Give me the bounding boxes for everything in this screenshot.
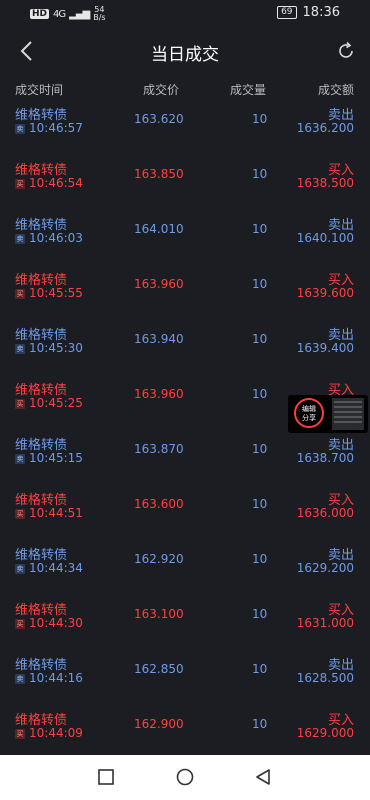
square-recents-icon[interactable] — [96, 767, 116, 787]
trade-price: 163.850 — [134, 167, 184, 181]
trade-price: 163.620 — [134, 112, 184, 126]
trade-volume: 10 — [252, 332, 268, 346]
col-amount: 成交额 — [317, 83, 354, 97]
trade-volume: 10 — [252, 717, 268, 731]
hd-badge: HD — [30, 9, 50, 19]
trade-volume: 10 — [252, 222, 268, 236]
signal-icon: ▂▄▆ — [69, 8, 90, 20]
signal-indicator: 4G — [53, 8, 66, 20]
trade-amount: 1639.600 — [296, 286, 354, 300]
trade-volume: 10 — [252, 167, 268, 181]
trade-time: 10:45:55 — [29, 286, 83, 300]
status-bar: HD 4G ▂▄▆ 54 B/s 69 18:36 — [0, 0, 370, 28]
triangle-back-icon[interactable] — [253, 767, 273, 787]
trade-time: 10:46:57 — [29, 121, 83, 135]
trade-amount: 1640.100 — [296, 231, 354, 245]
trade-price: 162.900 — [134, 717, 184, 731]
trade-time: 10:44:51 — [29, 506, 83, 520]
trade-row[interactable]: 维格转债买 10:46:54 163.850 10 买入 1638.500 — [0, 157, 370, 212]
trade-row[interactable]: 维格转债买 10:44:51 163.600 10 买入 1636.000 — [0, 487, 370, 542]
trade-price: 163.940 — [134, 332, 184, 346]
trade-amount: 1636.200 — [296, 121, 354, 135]
side-tag: 买 — [15, 289, 25, 299]
trade-volume: 10 — [252, 442, 268, 456]
trade-price: 163.100 — [134, 607, 184, 621]
trade-time: 10:46:03 — [29, 231, 83, 245]
trade-time: 10:44:16 — [29, 671, 83, 685]
trade-price: 163.870 — [134, 442, 184, 456]
side-tag: 卖 — [15, 124, 25, 134]
column-header: 成交时间 成交价 成交量 成交额 — [0, 78, 370, 100]
trade-amount: 1639.400 — [296, 341, 354, 355]
circle-home-icon[interactable] — [175, 767, 195, 787]
clock: 18:36 — [302, 5, 340, 20]
trade-row[interactable]: 维格转债卖 10:46:57 163.620 10 卖出 1636.200 — [0, 102, 370, 157]
trade-time: 10:45:30 — [29, 341, 83, 355]
network-speed: 54 B/s — [93, 5, 106, 22]
side-tag: 买 — [15, 179, 25, 189]
side-tag: 买 — [15, 729, 25, 739]
trade-volume: 10 — [252, 387, 268, 401]
trade-volume: 10 — [252, 497, 268, 511]
trade-price: 162.850 — [134, 662, 184, 676]
trade-price: 164.010 — [134, 222, 184, 236]
battery-icon: 69 — [277, 6, 297, 19]
trade-amount: 1638.700 — [296, 451, 354, 465]
trade-row[interactable]: 维格转债买 10:44:09 162.900 10 买入 1629.000 — [0, 707, 370, 762]
side-tag: 卖 — [15, 674, 25, 684]
trade-time: 10:44:34 — [29, 561, 83, 575]
trade-price: 163.960 — [134, 387, 184, 401]
trade-row[interactable]: 维格转债买 10:45:55 163.960 10 买入 1639.600 — [0, 267, 370, 322]
trade-row[interactable]: 维格转债卖 10:45:15 163.870 10 卖出 1638.700 — [0, 432, 370, 487]
side-tag: 卖 — [15, 454, 25, 464]
side-tag: 买 — [15, 509, 25, 519]
floating-share-widget[interactable]: 编辑 分享 — [288, 395, 368, 433]
trade-price: 163.960 — [134, 277, 184, 291]
screenshot-thumbnail[interactable] — [332, 398, 364, 430]
side-tag: 卖 — [15, 234, 25, 244]
trade-row[interactable]: 维格转债卖 10:45:30 163.940 10 卖出 1639.400 — [0, 322, 370, 377]
trade-amount: 1631.000 — [296, 616, 354, 630]
system-nav-bar — [0, 755, 370, 800]
trade-time: 10:45:15 — [29, 451, 83, 465]
trade-amount: 1628.500 — [296, 671, 354, 685]
trade-amount: 1638.500 — [296, 176, 354, 190]
trade-time: 10:44:09 — [29, 726, 83, 740]
side-tag: 卖 — [15, 564, 25, 574]
trade-time: 10:46:54 — [29, 176, 83, 190]
trade-price: 163.600 — [134, 497, 184, 511]
trade-row[interactable]: 维格转债卖 10:46:03 164.010 10 卖出 1640.100 — [0, 212, 370, 267]
side-tag: 买 — [15, 399, 25, 409]
col-volume: 成交量 — [230, 83, 267, 97]
edit-share-button[interactable]: 编辑 分享 — [294, 398, 324, 428]
trade-volume: 10 — [252, 277, 268, 291]
trade-amount: 1629.200 — [296, 561, 354, 575]
trade-time: 10:45:25 — [29, 396, 83, 410]
trade-volume: 10 — [252, 662, 268, 676]
trade-volume: 10 — [252, 607, 268, 621]
trade-row[interactable]: 维格转债卖 10:44:16 162.850 10 卖出 1628.500 — [0, 652, 370, 707]
side-tag: 卖 — [15, 344, 25, 354]
trade-amount: 1636.000 — [296, 506, 354, 520]
top-bar: 当日成交 — [0, 28, 370, 74]
side-tag: 买 — [15, 619, 25, 629]
col-price: 成交价 — [143, 83, 180, 97]
refresh-icon[interactable] — [336, 41, 356, 61]
col-time: 成交时间 — [15, 83, 64, 97]
trade-amount: 1629.000 — [296, 726, 354, 740]
trade-row[interactable]: 维格转债卖 10:44:34 162.920 10 卖出 1629.200 — [0, 542, 370, 597]
page-title: 当日成交 — [151, 45, 219, 65]
trade-volume: 10 — [252, 552, 268, 566]
trade-time: 10:44:30 — [29, 616, 83, 630]
trade-price: 162.920 — [134, 552, 184, 566]
trade-volume: 10 — [252, 112, 268, 126]
trade-row[interactable]: 维格转债买 10:44:30 163.100 10 买入 1631.000 — [0, 597, 370, 652]
